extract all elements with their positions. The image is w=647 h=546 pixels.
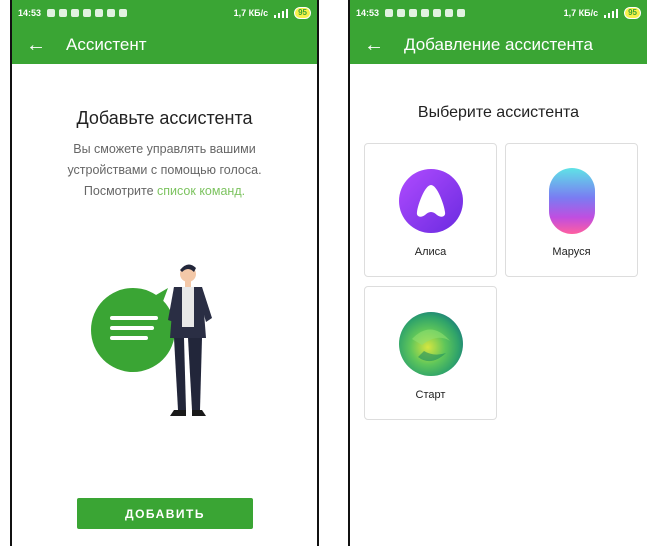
assistant-name: Алиса	[414, 246, 447, 258]
status-time: 14:53	[18, 8, 42, 18]
app-bar: ← Добавление ассистента	[350, 26, 647, 64]
assistant-illustration	[91, 264, 212, 416]
add-button[interactable]: ДОБАВИТЬ	[77, 498, 253, 529]
notification-icons	[47, 9, 128, 17]
marusya-icon	[549, 168, 595, 234]
alice-icon	[399, 169, 463, 233]
status-time: 14:53	[356, 8, 380, 18]
app-bar: ← Ассистент	[12, 26, 317, 64]
command-list-link[interactable]: список команд.	[157, 184, 245, 198]
battery-icon: 95	[294, 7, 311, 19]
network-speed: 1,7 КБ/с	[563, 8, 599, 18]
left-frame-edge-right	[317, 0, 319, 546]
start-icon	[399, 312, 463, 376]
add-assistant-screen: 14:53 1,7 КБ/с 95 ← Добавление ассистент…	[350, 0, 647, 546]
signal-icon	[604, 8, 619, 18]
assistant-content: Добавьте ассистента Вы сможете управлять…	[12, 64, 317, 546]
status-bar: 14:53 1,7 КБ/с 95	[350, 0, 647, 26]
choose-assistant-heading: Выберите ассистента	[417, 104, 580, 121]
page-title: Ассистент	[66, 35, 147, 54]
assistant-card-marusya[interactable]: Маруся	[505, 143, 638, 277]
assistant-screen: 14:53 1,7 КБ/с 95 ← Ассистент Добавьте а…	[12, 0, 317, 546]
status-bar: 14:53 1,7 КБ/с 95	[12, 0, 317, 26]
page-title: Добавление ассистента	[404, 35, 593, 54]
add-assistant-heading: Добавьте ассистента	[76, 108, 253, 128]
assistant-name: Старт	[415, 389, 446, 401]
assistant-picker: Выберите ассистента	[350, 64, 647, 122]
signal-icon	[274, 8, 289, 18]
notification-icons	[385, 9, 466, 17]
back-arrow-icon[interactable]: ←	[26, 35, 56, 55]
battery-icon: 95	[624, 7, 641, 19]
assistant-card-alice[interactable]: Алиса	[364, 143, 497, 277]
assistant-name: Маруся	[552, 246, 591, 258]
network-speed: 1,7 КБ/с	[233, 8, 269, 18]
back-arrow-icon[interactable]: ←	[364, 35, 394, 55]
add-assistant-description: Вы сможете управлять вашими устройствами…	[40, 139, 289, 202]
assistant-card-start[interactable]: Старт	[364, 286, 497, 420]
